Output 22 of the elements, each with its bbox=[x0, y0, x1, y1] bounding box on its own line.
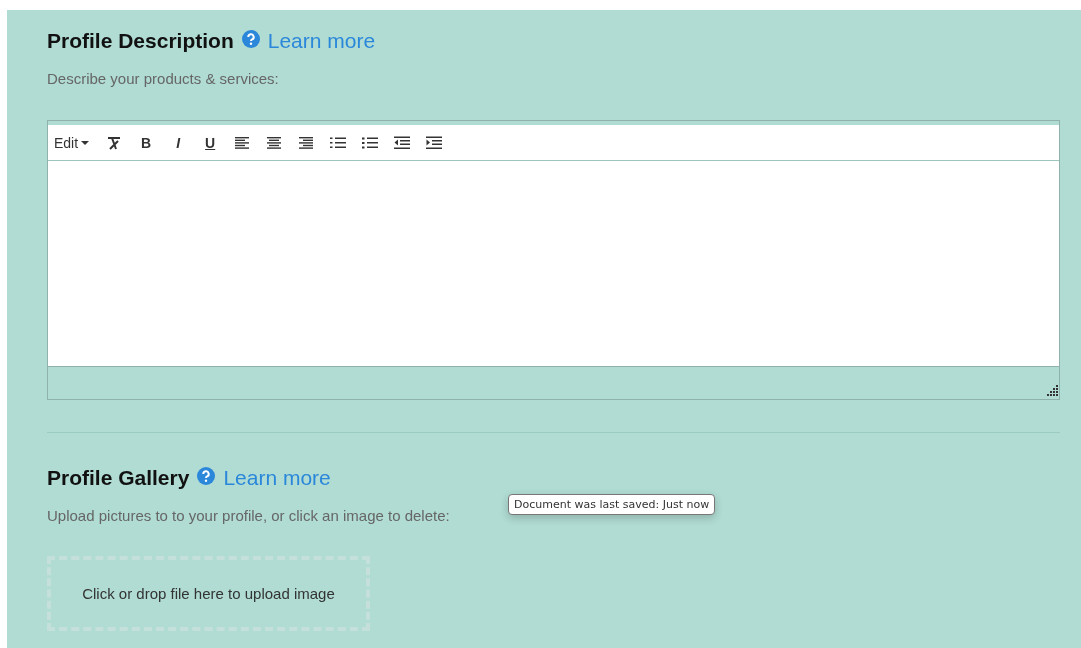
resize-handle-icon[interactable] bbox=[1045, 383, 1059, 397]
section-title: Profile Gallery bbox=[47, 466, 190, 490]
section-description: Describe your products & services: bbox=[47, 70, 280, 87]
outdent-icon bbox=[394, 135, 411, 150]
align-left-icon bbox=[235, 135, 250, 150]
numbered-list-icon bbox=[362, 135, 379, 150]
section-description: Upload pictures to to your profile, or click an image to delete: bbox=[47, 507, 451, 524]
section-title: Profile Description bbox=[47, 29, 234, 53]
edit-menu[interactable]: Edit bbox=[54, 129, 90, 156]
bullet-list-icon bbox=[330, 135, 347, 150]
italic-button[interactable]: I bbox=[163, 129, 194, 156]
caret-icon bbox=[81, 140, 90, 145]
upload-dropzone[interactable]: Click or drop file here to upload image bbox=[47, 556, 370, 631]
help-icon[interactable] bbox=[197, 467, 216, 485]
indent-icon bbox=[426, 135, 443, 150]
tooltip: Document was last saved: Just now bbox=[508, 494, 716, 515]
bold-button[interactable]: B bbox=[131, 129, 162, 156]
align-right-icon bbox=[299, 135, 314, 150]
help-icon[interactable] bbox=[241, 30, 260, 48]
underline-button[interactable]: U bbox=[195, 129, 226, 156]
align-center-icon bbox=[267, 135, 282, 150]
clear-format-icon bbox=[107, 135, 122, 150]
